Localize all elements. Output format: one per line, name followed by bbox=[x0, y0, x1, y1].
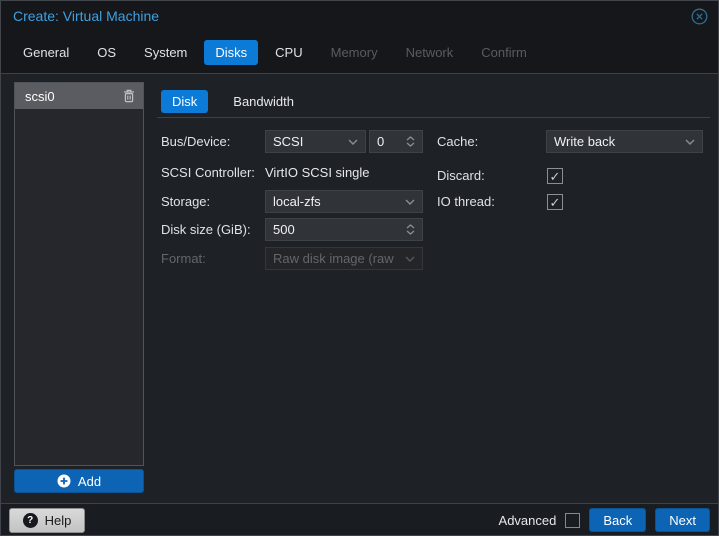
chevron-down-icon[interactable] bbox=[685, 139, 695, 145]
close-icon[interactable] bbox=[690, 7, 708, 25]
check-icon: ✓ bbox=[549, 168, 561, 184]
disk-list-item-scsi0[interactable]: scsi0 bbox=[15, 83, 143, 109]
plus-circle-icon bbox=[57, 474, 71, 488]
cache-combo[interactable]: Write back bbox=[546, 130, 703, 153]
next-button[interactable]: Next bbox=[655, 508, 710, 532]
help-button[interactable]: ? Help bbox=[9, 508, 85, 533]
subtab-divider bbox=[157, 117, 710, 118]
tab-system[interactable]: System bbox=[133, 40, 198, 65]
add-button-label: Add bbox=[77, 473, 102, 489]
scsi-controller-value: VirtIO SCSI single bbox=[265, 165, 370, 180]
tab-memory: Memory bbox=[330, 44, 378, 60]
subtab-bandwidth[interactable]: Bandwidth bbox=[222, 90, 305, 113]
discard-label: Discard: bbox=[437, 168, 485, 183]
back-button[interactable]: Back bbox=[589, 508, 647, 532]
tab-general[interactable]: General bbox=[12, 40, 80, 65]
format-combo-disabled: Raw disk image (raw bbox=[265, 247, 423, 270]
chevron-down-icon[interactable] bbox=[405, 199, 415, 205]
question-circle-icon: ? bbox=[22, 513, 38, 528]
disk-size-spinner[interactable]: 500 bbox=[265, 218, 423, 241]
disks-panel: scsi0 Add Disk Bandwidth Bus/Device: SCS… bbox=[1, 75, 718, 503]
tab-disks[interactable]: Disks bbox=[204, 39, 259, 65]
tab-cpu[interactable]: CPU bbox=[264, 40, 313, 65]
cache-label: Cache: bbox=[437, 134, 479, 149]
footer-bar: ? Help Advanced Back Next bbox=[1, 503, 718, 535]
tab-network: Network bbox=[405, 44, 454, 60]
io-thread-label: IO thread: bbox=[437, 194, 495, 209]
discard-checkbox[interactable]: ✓ bbox=[547, 168, 563, 184]
chevron-down-icon[interactable] bbox=[348, 139, 358, 145]
chevron-down-icon bbox=[405, 256, 415, 262]
format-label: Format: bbox=[161, 251, 206, 266]
format-value: Raw disk image (raw bbox=[273, 251, 394, 266]
disk-size-label: Disk size (GiB): bbox=[161, 222, 251, 237]
bus-device-label: Bus/Device: bbox=[161, 134, 231, 149]
storage-combo-value: local-zfs bbox=[273, 194, 321, 209]
scsi-controller-label: SCSI Controller: bbox=[161, 165, 255, 180]
storage-combo[interactable]: local-zfs bbox=[265, 190, 423, 213]
title-bar: Create: Virtual Machine bbox=[1, 1, 718, 31]
spinner-arrows-icon[interactable] bbox=[406, 224, 415, 235]
spinner-arrows-icon[interactable] bbox=[406, 136, 415, 147]
add-disk-button[interactable]: Add bbox=[14, 469, 144, 493]
cache-combo-value: Write back bbox=[554, 134, 616, 149]
check-icon: ✓ bbox=[549, 194, 561, 210]
advanced-checkbox[interactable] bbox=[565, 512, 581, 528]
trash-icon[interactable] bbox=[123, 89, 135, 103]
dialog-title: Create: Virtual Machine bbox=[13, 8, 160, 24]
footer-actions: Advanced Back Next bbox=[499, 508, 710, 532]
tab-confirm: Confirm bbox=[481, 44, 527, 60]
disk-size-value: 500 bbox=[273, 222, 295, 237]
storage-label: Storage: bbox=[161, 194, 211, 209]
tab-os[interactable]: OS bbox=[86, 40, 127, 65]
disk-item-label: scsi0 bbox=[25, 88, 55, 104]
bus-device-number-spinner[interactable]: 0 bbox=[369, 130, 423, 153]
subtab-disk[interactable]: Disk bbox=[161, 90, 209, 113]
create-vm-dialog: Create: Virtual Machine General OS Syste… bbox=[0, 0, 719, 536]
advanced-label: Advanced bbox=[498, 512, 557, 528]
bus-device-combo[interactable]: SCSI bbox=[265, 130, 366, 153]
help-button-label: Help bbox=[44, 513, 72, 528]
bus-device-number-value: 0 bbox=[377, 134, 385, 149]
disk-subtabs: Disk Bandwidth bbox=[161, 90, 305, 113]
wizard-tab-bar: General OS System Disks CPU Memory Netwo… bbox=[1, 31, 718, 74]
io-thread-checkbox[interactable]: ✓ bbox=[547, 194, 563, 210]
disk-list: scsi0 bbox=[14, 82, 144, 466]
bus-device-combo-value: SCSI bbox=[273, 134, 304, 149]
